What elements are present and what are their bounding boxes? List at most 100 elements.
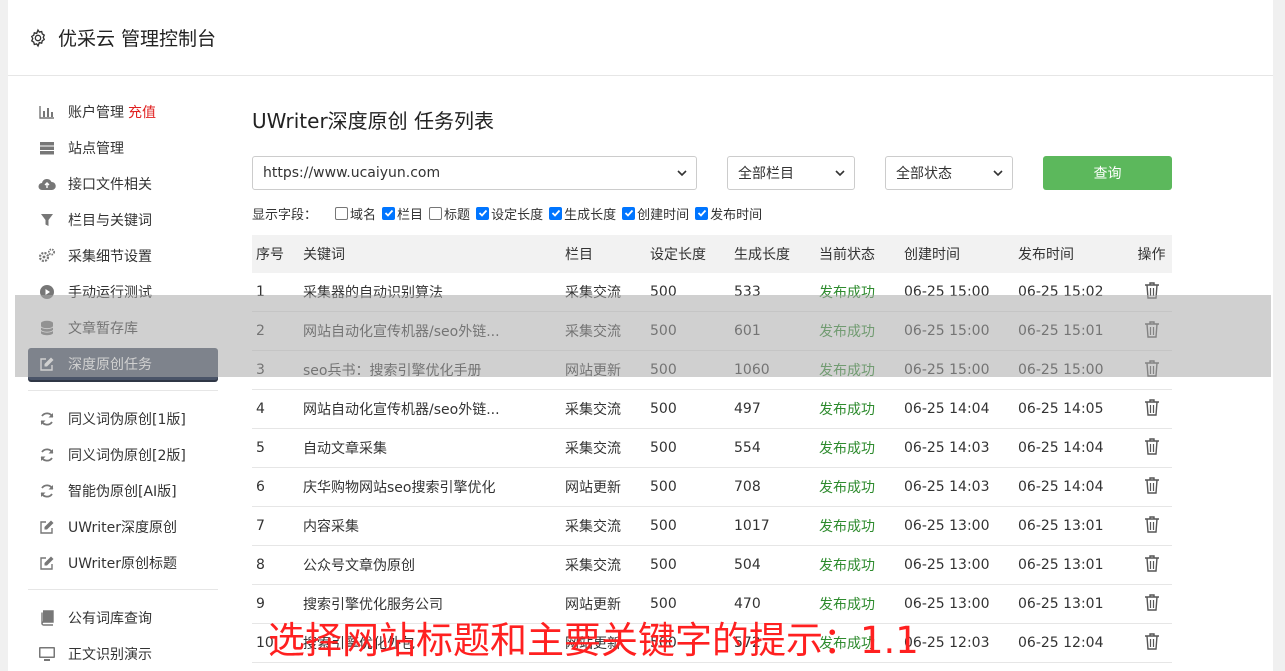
table-cell: 06-25 14:04 bbox=[1018, 440, 1104, 456]
table-cell: 8 bbox=[256, 557, 265, 573]
chevron-down-icon bbox=[993, 170, 1003, 177]
trash-icon bbox=[1144, 554, 1160, 576]
delete-button[interactable] bbox=[1134, 437, 1169, 459]
sidebar-item-label: 智能伪原创[AI版] bbox=[68, 484, 177, 500]
field-checkbox[interactable]: 创建时间 bbox=[622, 204, 689, 223]
query-button[interactable]: 查询 bbox=[1043, 156, 1172, 190]
checkbox-unchecked[interactable] bbox=[335, 206, 349, 220]
table-cell: 500 bbox=[650, 401, 677, 417]
monitor-icon bbox=[38, 646, 56, 662]
table-cell: 06-25 13:00 bbox=[904, 596, 990, 612]
table-cell: 500 bbox=[650, 557, 677, 573]
sidebar-item[interactable]: 智能伪原创[AI版] bbox=[28, 475, 218, 507]
table-row: 4 网站自动化宣传机器/seo外链... 采集交流 500 497 发布成功 06-25 1… bbox=[252, 390, 1172, 429]
delete-button[interactable] bbox=[1134, 554, 1169, 576]
nav-divider bbox=[28, 589, 218, 590]
table-cell: 网站更新 bbox=[565, 480, 621, 496]
sidebar-item[interactable]: 站点管理 bbox=[28, 132, 218, 164]
trash-icon bbox=[1144, 398, 1160, 420]
column-header: 发布时间 bbox=[1018, 247, 1074, 263]
sidebar-item-label: 同义词伪原创[2版] bbox=[68, 448, 186, 464]
delete-button[interactable] bbox=[1134, 398, 1169, 420]
recharge-link[interactable]: 充值 bbox=[128, 102, 156, 122]
sidebar-item[interactable]: UWriter原创标题 bbox=[28, 547, 218, 579]
table-row: 7 内容采集 采集交流 500 1017 发布成功 06-25 13:00 06-25 13:… bbox=[252, 507, 1172, 546]
sidebar-item[interactable]: 同义词伪原创[1版] bbox=[28, 403, 218, 435]
field-checkbox[interactable]: 发布时间 bbox=[695, 204, 762, 223]
table-cell: 采集交流 bbox=[565, 519, 621, 535]
sidebar-item[interactable]: 接口文件相关 bbox=[28, 168, 218, 200]
column-select[interactable]: 全部栏目 bbox=[727, 156, 855, 190]
table-row: 5 自动文章采集 采集交流 500 554 发布成功 06-25 14:03 06-25 14… bbox=[252, 429, 1172, 468]
column-header: 当前状态 bbox=[819, 247, 875, 263]
sidebar-item-label: UWriter深度原创 bbox=[68, 520, 177, 536]
sidebar-item-label: 账户管理 bbox=[68, 105, 124, 121]
status-select[interactable]: 全部状态 bbox=[885, 156, 1013, 190]
app-title: 优采云 管理控制台 bbox=[58, 28, 217, 50]
table-cell: 500 bbox=[650, 479, 677, 495]
field-checkbox[interactable]: 设定长度 bbox=[476, 204, 543, 223]
chevron-down-icon bbox=[835, 170, 845, 177]
field-checkbox[interactable]: 域名 bbox=[335, 204, 376, 223]
table-cell: 06-25 13:01 bbox=[1018, 557, 1104, 573]
trash-icon bbox=[1144, 632, 1160, 654]
book-icon bbox=[38, 610, 56, 626]
field-checkbox-label: 生成长度 bbox=[564, 207, 617, 223]
bar-chart-icon bbox=[38, 104, 56, 120]
field-checkbox-label: 域名 bbox=[350, 207, 377, 223]
table-cell: 自动文章采集 bbox=[303, 441, 387, 457]
filter-bar: https://www.ucaiyun.com 全部栏目 全部状态 查询 bbox=[252, 156, 1173, 190]
column-header: 关键词 bbox=[303, 247, 345, 263]
sidebar-item[interactable]: 同义词伪原创[2版] bbox=[28, 439, 218, 471]
table-cell: 5 bbox=[256, 440, 265, 456]
field-checkbox[interactable]: 标题 bbox=[429, 204, 470, 223]
sidebar-item[interactable]: 栏目与关键词 bbox=[28, 204, 218, 236]
checkbox-checked[interactable] bbox=[549, 206, 563, 220]
sidebar-item[interactable]: UWriter深度原创 bbox=[28, 511, 218, 543]
column-header: 栏目 bbox=[565, 247, 593, 263]
trash-icon bbox=[1144, 593, 1160, 615]
field-checkbox-label: 栏目 bbox=[397, 207, 424, 223]
table-cell: 497 bbox=[734, 401, 761, 417]
table-cell: 06-25 12:04 bbox=[1018, 635, 1104, 651]
nav-divider bbox=[28, 390, 218, 391]
site-select[interactable]: https://www.ucaiyun.com bbox=[252, 156, 697, 190]
delete-button[interactable] bbox=[1134, 476, 1169, 498]
field-checkbox-label: 创建时间 bbox=[637, 207, 690, 223]
delete-button[interactable] bbox=[1134, 632, 1169, 654]
cloud-upload-icon bbox=[38, 176, 56, 192]
sidebar-item[interactable]: 公有词库查询 bbox=[28, 602, 218, 634]
field-checkbox[interactable]: 生成长度 bbox=[549, 204, 616, 223]
sidebar-item-label: 站点管理 bbox=[68, 141, 124, 157]
delete-button[interactable] bbox=[1134, 593, 1169, 615]
sidebar-item-label: 接口文件相关 bbox=[68, 177, 152, 193]
highlight-overlay bbox=[15, 295, 1271, 377]
table-cell: 06-25 14:05 bbox=[1018, 401, 1104, 417]
field-checkbox[interactable]: 栏目 bbox=[382, 204, 423, 223]
refresh-icon bbox=[38, 411, 56, 427]
table-cell: 06-25 13:01 bbox=[1018, 518, 1104, 534]
refresh-icon bbox=[38, 483, 56, 499]
column-header: 序号 bbox=[256, 247, 284, 263]
sidebar-item[interactable]: 账户管理 充值 bbox=[28, 96, 218, 128]
sidebar-item-label: 采集细节设置 bbox=[68, 249, 152, 265]
sidebar-item[interactable]: 正文识别演示 bbox=[28, 638, 218, 670]
refresh-icon bbox=[38, 447, 56, 463]
table-cell: 06-25 14:03 bbox=[904, 479, 990, 495]
table-cell: 内容采集 bbox=[303, 519, 359, 535]
sidebar-item-label: 栏目与关键词 bbox=[68, 213, 152, 229]
checkbox-unchecked[interactable] bbox=[429, 206, 443, 220]
table-row: 6 庆华购物网站seo搜索引擎优化 网站更新 500 708 发布成功 06-25 14:0… bbox=[252, 468, 1172, 507]
sidebar-item[interactable]: 采集细节设置 bbox=[28, 240, 218, 272]
checkbox-checked[interactable] bbox=[382, 206, 396, 220]
checkbox-checked[interactable] bbox=[622, 206, 636, 220]
header: 优采云 管理控制台 bbox=[8, 0, 1273, 76]
sidebar-item-label: UWriter原创标题 bbox=[68, 556, 177, 572]
checkbox-checked[interactable] bbox=[476, 206, 490, 220]
table-cell: 06-25 13:00 bbox=[904, 557, 990, 573]
table-cell: 06-25 14:04 bbox=[904, 401, 990, 417]
checkbox-checked[interactable] bbox=[695, 206, 709, 220]
field-checkbox-label: 发布时间 bbox=[710, 207, 763, 223]
delete-button[interactable] bbox=[1134, 515, 1169, 537]
table-cell: 500 bbox=[650, 518, 677, 534]
